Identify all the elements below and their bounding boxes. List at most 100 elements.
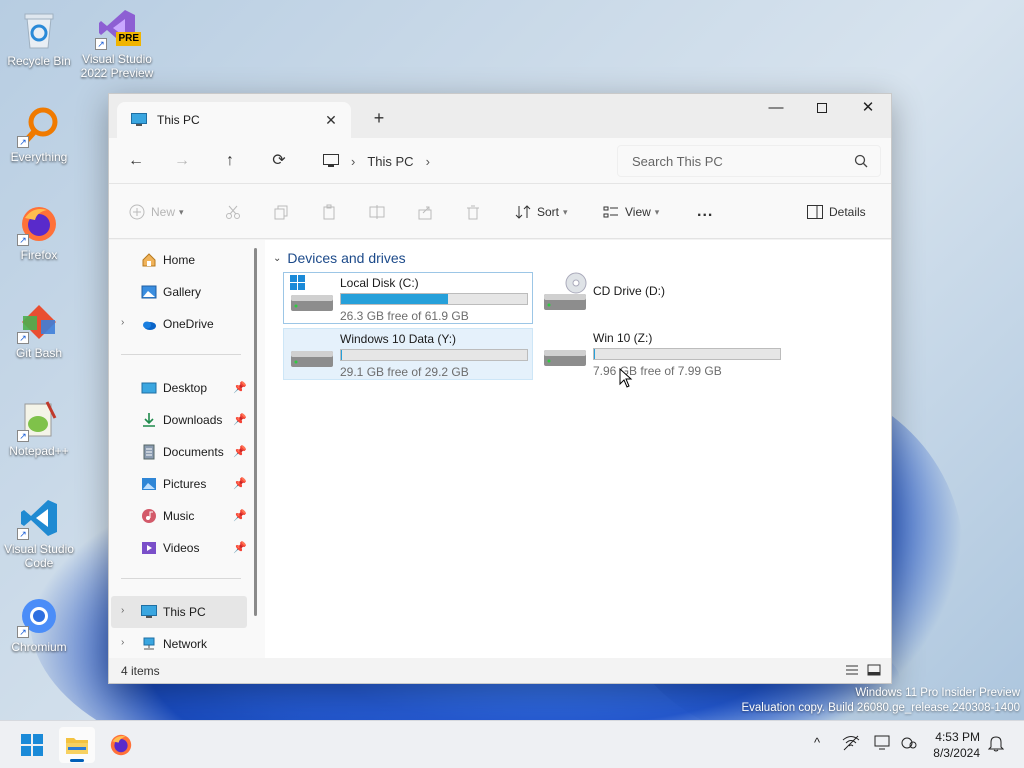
drive-item-d[interactable]: CD Drive (D:): [537, 272, 787, 324]
sidebar-item-label: Videos: [163, 541, 200, 555]
desktop-icon-firefox[interactable]: ↗ Firefox: [0, 204, 79, 262]
chevron-down-icon[interactable]: ⌄: [273, 253, 281, 264]
breadcrumb-this-pc[interactable]: This PC: [367, 154, 413, 169]
show-hidden-icons-button[interactable]: ^: [814, 735, 820, 750]
sidebar-item-desktop[interactable]: Desktop 📌: [111, 372, 247, 404]
status-bar: 4 items: [109, 658, 891, 683]
watermark-line: Windows 11 Pro Insider Preview: [855, 687, 1020, 699]
pin-icon[interactable]: 📌: [233, 381, 247, 394]
sort-button[interactable]: Sort ▾: [515, 201, 568, 223]
view-button[interactable]: View ▾: [603, 201, 659, 223]
maximize-button[interactable]: [799, 94, 845, 124]
address-bar[interactable]: › This PC ›: [313, 145, 611, 177]
minimize-button[interactable]: —: [753, 94, 799, 124]
drive-item-c[interactable]: Local Disk (C:) 26.3 GB free of 61.9 GB: [283, 272, 533, 324]
desktop-icon-everything[interactable]: ↗ Everything: [0, 106, 79, 164]
details-button[interactable]: Details: [807, 201, 866, 223]
shortcut-arrow-icon: ↗: [95, 38, 107, 50]
pin-icon[interactable]: 📌: [233, 445, 247, 458]
drive-item-y[interactable]: Windows 10 Data (Y:) 29.1 GB free of 29.…: [283, 328, 533, 380]
delete-button[interactable]: [465, 201, 487, 223]
monitor-icon: [323, 154, 339, 167]
network-icon: [143, 637, 155, 650]
desktop-icon-git-bash[interactable]: ↗ Git Bash: [0, 302, 79, 360]
paste-button[interactable]: [321, 201, 343, 223]
desktop-icon-chromium[interactable]: ↗ Chromium: [0, 596, 79, 654]
folder-icon: [66, 738, 88, 754]
chevron-right-icon[interactable]: ›: [426, 154, 430, 169]
network-status-icon[interactable]: [842, 735, 860, 754]
rename-button[interactable]: [369, 201, 391, 223]
drive-item-z[interactable]: Win 10 (Z:) 7.96 GB free of 7.99 GB: [537, 328, 787, 380]
git-bash-icon: ↗: [17, 302, 59, 344]
clock[interactable]: 4:53 PM 8/3/2024: [933, 729, 980, 761]
sidebar-item-onedrive[interactable]: › OneDrive: [111, 308, 247, 340]
search-placeholder: Search This PC: [632, 153, 723, 169]
desktop-icon-visual-studio[interactable]: PRE ↗ Visual Studio 2022 Preview: [77, 8, 157, 80]
view-label: View: [625, 205, 651, 219]
sidebar-item-home[interactable]: Home: [111, 244, 247, 276]
close-window-button[interactable]: ✕: [845, 94, 891, 124]
notepad-plus-plus-icon: ↗: [17, 400, 59, 442]
drive-usage-bar: [340, 349, 528, 361]
back-button[interactable]: ←: [121, 146, 151, 176]
share-button[interactable]: [417, 201, 439, 223]
everything-search-icon: ↗: [17, 106, 59, 148]
taskbar-file-explorer[interactable]: [59, 727, 95, 763]
download-icon: [143, 413, 155, 427]
sidebar-item-music[interactable]: Music 📌: [111, 500, 247, 532]
sidebar-scrollbar[interactable]: [254, 248, 257, 616]
display-icon[interactable]: [874, 735, 892, 754]
close-tab-icon[interactable]: ✕: [321, 110, 341, 130]
group-header-devices-and-drives[interactable]: ⌄ Devices and drives: [273, 250, 406, 266]
start-button[interactable]: [14, 727, 50, 763]
sidebar-item-label: This PC: [163, 605, 206, 619]
chevron-right-icon[interactable]: ›: [351, 154, 355, 169]
pin-icon[interactable]: 📌: [233, 509, 247, 522]
new-tab-button[interactable]: +: [367, 106, 391, 130]
sync-settings-icon[interactable]: [900, 735, 918, 754]
sidebar-item-network[interactable]: › Network: [111, 628, 247, 660]
drive-usage-fill: [594, 349, 595, 359]
refresh-button[interactable]: ⟳: [264, 146, 294, 176]
more-options-button[interactable]: ...: [697, 201, 713, 223]
sidebar-item-this-pc[interactable]: › This PC: [111, 596, 247, 628]
large-icons-view-icon[interactable]: [867, 664, 881, 676]
tab-this-pc[interactable]: This PC ✕: [117, 102, 351, 138]
details-view-icon[interactable]: [845, 664, 859, 676]
drive-name: Windows 10 Data (Y:): [340, 332, 457, 346]
monitor-icon: [141, 605, 157, 618]
pin-icon[interactable]: 📌: [233, 477, 247, 490]
clock-date: 8/3/2024: [933, 746, 980, 760]
mouse-cursor-icon: [619, 368, 633, 388]
desktop-icon-recycle-bin[interactable]: Recycle Bin: [0, 10, 79, 68]
pictures-icon: [142, 478, 156, 490]
desktop-icon-notepad-plus-plus[interactable]: ↗ Notepad++: [0, 400, 79, 458]
notifications-bell-icon[interactable]: [987, 734, 1005, 755]
chevron-right-icon[interactable]: ›: [121, 605, 124, 616]
sidebar-item-pictures[interactable]: Pictures 📌: [111, 468, 247, 500]
chevron-right-icon[interactable]: ›: [121, 637, 124, 648]
hard-drive-icon: [290, 343, 334, 372]
sidebar-item-documents[interactable]: Documents 📌: [111, 436, 247, 468]
search-input[interactable]: Search This PC: [617, 145, 881, 177]
pin-icon[interactable]: 📌: [233, 541, 247, 554]
cut-button[interactable]: [225, 201, 247, 223]
sidebar-item-downloads[interactable]: Downloads 📌: [111, 404, 247, 436]
hard-drive-icon: [290, 275, 334, 316]
shortcut-arrow-icon: ↗: [17, 136, 29, 148]
forward-button[interactable]: →: [167, 146, 197, 176]
sidebar-item-videos[interactable]: Videos 📌: [111, 532, 247, 564]
sidebar-item-gallery[interactable]: Gallery: [111, 276, 247, 308]
shortcut-arrow-icon: ↗: [17, 626, 29, 638]
new-button[interactable]: New ▾: [129, 201, 184, 223]
desktop-icon-vscode[interactable]: ↗ Visual Studio Code: [0, 498, 79, 570]
pin-icon[interactable]: 📌: [233, 413, 247, 426]
chevron-right-icon[interactable]: ›: [121, 317, 124, 328]
navigation-bar: ← → ↑ ⟳ › This PC › Search This PC: [109, 138, 891, 184]
drive-free-space: 7.96 GB free of 7.99 GB: [593, 364, 722, 378]
up-button[interactable]: ↑: [215, 146, 245, 176]
copy-button[interactable]: [273, 201, 295, 223]
taskbar-firefox[interactable]: [103, 727, 139, 763]
title-bar[interactable]: This PC ✕ + — ✕: [109, 94, 891, 138]
